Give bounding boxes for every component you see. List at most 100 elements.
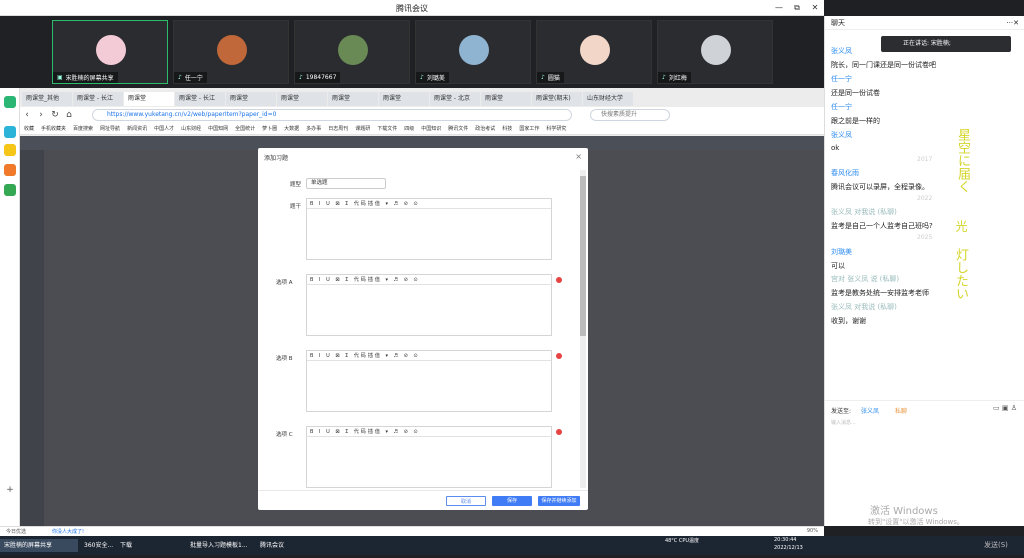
video-tile[interactable]: ♪ 圆猫 <box>536 20 652 84</box>
option-c-editor[interactable]: B I U ⊠ Σ 代码插值 ▾ ♬ ⊘ ⊙ <box>306 426 552 488</box>
option-b-label[interactable]: 选项 B <box>276 354 293 362</box>
browser-tab[interactable]: 雨课堂_其他 <box>22 92 72 106</box>
add-icon[interactable]: + <box>4 484 16 496</box>
attachment-icon[interactable]: ▭ ▣ ♙ <box>993 404 1017 412</box>
bookmark[interactable]: 全国统计 <box>235 125 255 132</box>
browser-logo-icon[interactable] <box>4 96 16 108</box>
star-icon[interactable] <box>4 144 16 156</box>
browser-status-bar: 今日优选 你没人大成了! 90% <box>0 526 824 536</box>
save-continue-button[interactable]: 保存并继续添加 <box>538 496 580 506</box>
editor-toolbar[interactable]: B I U ⊠ Σ 代码插值 ▾ ♬ ⊘ ⊙ <box>307 351 551 361</box>
game-icon[interactable] <box>4 164 16 176</box>
minimize-button[interactable]: — <box>770 0 788 16</box>
bookmark[interactable]: 手机收藏夹 <box>41 125 66 132</box>
delete-option-icon[interactable] <box>556 429 562 435</box>
editor-toolbar[interactable]: B I U ⊠ Σ 代码插值 ▾ ♬ ⊘ ⊙ <box>307 199 551 209</box>
close-icon[interactable]: × <box>575 152 582 161</box>
question-type-select[interactable]: 单选题 <box>306 178 386 189</box>
chat-input[interactable]: 输入消息... <box>831 419 856 426</box>
video-tile[interactable]: ♪ 19847667 <box>294 20 410 84</box>
url-bar[interactable]: https://www.yuketang.cn/v2/web/paperItem… <box>92 109 572 121</box>
zoom-level[interactable]: 90% <box>807 528 818 534</box>
browser-tab[interactable]: 雨课堂 - 北京 <box>430 92 480 106</box>
back-icon[interactable]: ‹ <box>20 110 34 120</box>
mic-icon: ♪ <box>662 74 666 81</box>
video-tile[interactable]: ♪ 刘红梅 <box>657 20 773 84</box>
browser-tab[interactable]: 雨课堂 <box>226 92 276 106</box>
save-button[interactable]: 保存 <box>492 496 532 506</box>
editor-toolbar[interactable]: B I U ⊠ Σ 代码插值 ▾ ♬ ⊘ ⊙ <box>307 427 551 437</box>
browser-tab[interactable]: 雨课堂 - 长江 <box>175 92 225 106</box>
bookmark[interactable]: 萝卜圈 <box>262 125 277 132</box>
private-chat-label: 私聊 <box>895 408 908 415</box>
video-tile[interactable]: ▣ 宋胜楠的屏幕共享 <box>52 20 168 84</box>
bookmark[interactable]: 中国知网 <box>208 125 228 132</box>
search-input[interactable]: 快搜素质提升 <box>590 109 670 121</box>
browser-tab[interactable]: 雨课堂(期末) <box>532 92 582 106</box>
bookmark[interactable]: 网址导航 <box>100 125 120 132</box>
msg-time: 2025 <box>917 234 933 241</box>
taskbar-item[interactable]: 腾讯会议 <box>256 539 316 552</box>
bookmark[interactable]: 中国人才 <box>154 125 174 132</box>
send-button[interactable]: 发送(S) <box>980 539 1020 552</box>
stem-label: 题干 <box>290 204 302 210</box>
more-icon[interactable]: ···✕ <box>1006 16 1019 30</box>
browser-window: 雨课堂_其他 雨课堂 - 长江 雨课堂 雨课堂 - 长江 雨课堂 雨课堂 雨课堂… <box>20 88 824 526</box>
bookmark[interactable]: 国家工作 <box>519 125 539 132</box>
delete-option-icon[interactable] <box>556 353 562 359</box>
home-icon[interactable]: ⌂ <box>62 110 76 120</box>
bookmark[interactable]: 科学研究 <box>546 125 566 132</box>
browser-tab[interactable]: 雨课堂 <box>379 92 429 106</box>
bookmark[interactable]: 大数据 <box>284 125 299 132</box>
bookmark[interactable]: 百度搜索 <box>73 125 93 132</box>
msg-sender: 张义凤 <box>831 131 852 139</box>
msg-sender: 任一宁 <box>831 103 852 111</box>
app-icon[interactable] <box>4 126 16 138</box>
editor-toolbar[interactable]: B I U ⊠ Σ 代码插值 ▾ ♬ ⊘ ⊙ <box>307 275 551 285</box>
video-tile[interactable]: ♪ 刘璐美 <box>415 20 531 84</box>
cancel-button[interactable]: 取消 <box>446 496 486 506</box>
forward-icon[interactable]: › <box>34 110 48 120</box>
cpu-temp[interactable]: 48°C CPU温度 <box>660 538 700 551</box>
bookmark[interactable]: 政治考试 <box>475 125 495 132</box>
option-a-label[interactable]: 选项 A <box>276 278 293 286</box>
bookmark[interactable]: 下载文件 <box>377 125 397 132</box>
avatar <box>217 35 247 65</box>
option-a-editor[interactable]: B I U ⊠ Σ 代码插值 ▾ ♬ ⊘ ⊙ <box>306 274 552 336</box>
taskbar-item[interactable]: 宋胜楠的屏幕共享 <box>0 539 78 552</box>
status-left[interactable]: 今日优选 <box>6 528 26 535</box>
delete-option-icon[interactable] <box>556 277 562 283</box>
browser-tab[interactable]: 雨课堂 <box>277 92 327 106</box>
dialog-scrollbar[interactable] <box>580 170 586 488</box>
bookmark[interactable]: 日志周刊 <box>328 125 348 132</box>
option-b-editor[interactable]: B I U ⊠ Σ 代码插值 ▾ ♬ ⊘ ⊙ <box>306 350 552 412</box>
reload-icon[interactable]: ↻ <box>48 110 62 120</box>
stem-editor[interactable]: B I U ⊠ Σ 代码插值 ▾ ♬ ⊘ ⊙ <box>306 198 552 260</box>
browser-tab[interactable]: 雨课堂 <box>328 92 378 106</box>
taskbar-item[interactable]: 下载 <box>116 539 176 552</box>
browser-tab[interactable]: 雨课堂 <box>481 92 531 106</box>
bookmark[interactable]: 多办事 <box>306 125 321 132</box>
option-c-label[interactable]: 选项 C <box>276 430 293 438</box>
bookmark[interactable]: 新闻资讯 <box>127 125 147 132</box>
status-notice[interactable]: 你没人大成了! <box>52 528 84 535</box>
video-tile[interactable]: ♪ 任一宁 <box>173 20 289 84</box>
maximize-button[interactable]: ⧉ <box>788 0 806 16</box>
bookmark[interactable]: 四级 <box>404 125 414 132</box>
bookmark[interactable]: 收藏 <box>24 125 34 132</box>
clock-date[interactable]: 2022/12/13 <box>770 545 810 558</box>
send-to-select[interactable]: 张义凤 <box>861 406 879 415</box>
close-button[interactable]: ✕ <box>806 0 824 16</box>
bookmark[interactable]: 腾讯文件 <box>448 125 468 132</box>
taskbar-item[interactable]: 360安全... <box>80 539 114 552</box>
bookmark[interactable]: 课题研 <box>355 125 370 132</box>
folder-icon[interactable] <box>4 184 16 196</box>
taskbar-item[interactable]: 批量导入习题模板1... <box>186 539 252 552</box>
app-title: 腾讯会议 <box>396 4 428 13</box>
bookmark[interactable]: 中国知识 <box>421 125 441 132</box>
browser-tab[interactable]: 雨课堂 <box>124 92 174 106</box>
bookmark[interactable]: 科技 <box>502 125 512 132</box>
browser-tab[interactable]: 雨课堂 - 长江 <box>73 92 123 106</box>
browser-tab[interactable]: 山东财经大学 <box>583 92 633 106</box>
bookmark[interactable]: 山东财经 <box>181 125 201 132</box>
